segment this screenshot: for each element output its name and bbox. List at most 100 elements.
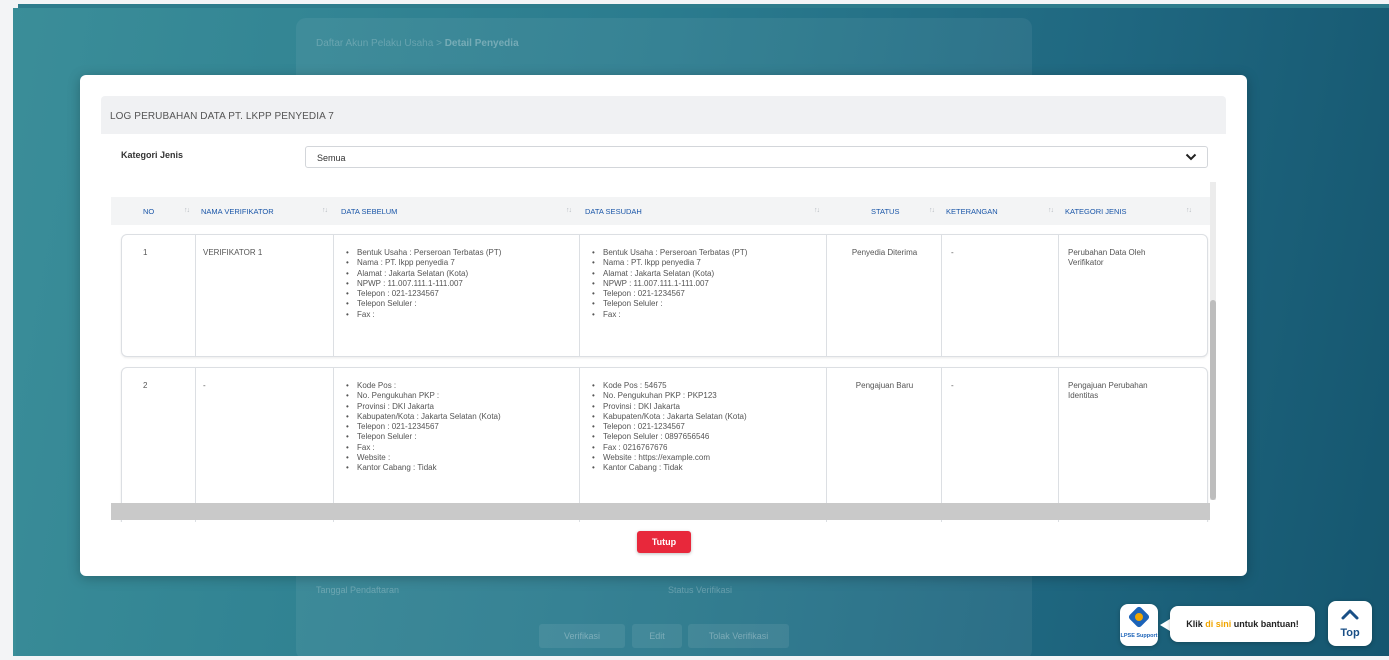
column-header-data-sebelum[interactable]: DATA SEBELUM [341, 207, 397, 216]
cell-kategori: Perubahan Data Oleh Verifikator [1059, 235, 1207, 356]
list-item: Fax : 0216767676 [590, 443, 747, 454]
cell-status: Pengajuan Baru [827, 368, 942, 522]
list-item: Telepon Seluler : [344, 299, 501, 310]
sort-icon[interactable]: ↑↓ [929, 207, 935, 214]
cell-keterangan: - [942, 235, 1059, 356]
list-item: Telepon Seluler : 0897656546 [590, 432, 747, 443]
column-header-keterangan[interactable]: KETERANGAN [946, 207, 998, 216]
column-header-kategori-jenis[interactable]: KATEGORI JENIS [1065, 207, 1127, 216]
help-prefix: Klik [1186, 619, 1206, 629]
modal-title: LOG PERUBAHAN DATA PT. LKPP PENYEDIA 7 [110, 111, 334, 122]
list-item: Alamat : Jakarta Selatan (Kota) [344, 269, 501, 280]
kategori-jenis-select[interactable]: Semua [305, 146, 1208, 168]
support-caption: LPSE Support [1120, 633, 1158, 639]
help-link[interactable]: di sini [1205, 619, 1231, 629]
sort-icon[interactable]: ↑↓ [566, 207, 572, 214]
cell-status: Penyedia Diterima [827, 235, 942, 356]
sort-icon[interactable]: ↑↓ [1048, 207, 1054, 214]
column-header-no[interactable]: NO [143, 207, 154, 216]
data-sesudah-list: Bentuk Usaha : Perseroan Terbatas (PT) N… [590, 248, 747, 320]
list-item: Telepon Seluler : [344, 432, 501, 443]
list-item: Bentuk Usaha : Perseroan Terbatas (PT) [344, 248, 501, 259]
verifikator-name: VERIFIKATOR 1 [203, 248, 263, 257]
list-item: No. Pengukuhan PKP : PKP123 [590, 391, 747, 402]
cell-kategori: Pengajuan Perubahan Identitas [1059, 368, 1207, 522]
row-number: 1 [143, 248, 148, 257]
data-sebelum-list: Bentuk Usaha : Perseroan Terbatas (PT) N… [344, 248, 501, 320]
tutup-button[interactable]: Tutup [637, 531, 691, 553]
list-item: Kode Pos : 54675 [590, 381, 747, 392]
help-suffix: untuk bantuan! [1231, 619, 1299, 629]
cell-no: 2 [122, 368, 196, 522]
background-meta-status: Status Verifikasi [668, 585, 733, 595]
keterangan-text: - [951, 248, 954, 257]
list-item: Telepon : 021-1234567 [590, 422, 747, 433]
cell-no: 1 [122, 235, 196, 356]
table-header: NO ↑↓ NAMA VERIFIKATOR ↑↓ DATA SEBELUM ↑… [111, 197, 1210, 225]
log-table: NO ↑↓ NAMA VERIFIKATOR ↑↓ DATA SEBELUM ↑… [111, 182, 1210, 522]
list-item: NPWP : 11.007.111.1-111.007 [590, 279, 747, 290]
keterangan-text: - [951, 381, 954, 390]
list-item: Telepon : 021-1234567 [590, 289, 747, 300]
kategori-text: Perubahan Data Oleh Verifikator [1068, 248, 1146, 267]
list-item: Telepon : 021-1234567 [344, 289, 501, 300]
kategori-jenis-value: Semua [317, 153, 346, 163]
breadcrumb-item-1: Daftar Akun Pelaku Usaha [316, 38, 434, 49]
background-meta-tanggal: Tanggal Pendaftaran [316, 585, 400, 595]
list-item: Kabupaten/Kota : Jakarta Selatan (Kota) [590, 412, 747, 423]
sort-icon[interactable]: ↑↓ [814, 207, 820, 214]
status-text: Pengajuan Baru [855, 381, 914, 390]
column-header-status[interactable]: STATUS [871, 207, 899, 216]
kategori-text: Pengajuan Perubahan Identitas [1068, 381, 1148, 400]
background-edit-button: Edit [632, 624, 682, 648]
list-item: Kantor Cabang : Tidak [344, 463, 501, 474]
sort-icon[interactable]: ↑↓ [184, 207, 190, 214]
background-verifikasi-button: Verifikasi [539, 624, 625, 648]
list-item: Alamat : Jakarta Selatan (Kota) [590, 269, 747, 280]
background-breadcrumb: Daftar Akun Pelaku Usaha > Detail Penyed… [316, 38, 519, 49]
vertical-scrollbar[interactable] [1210, 182, 1216, 500]
scroll-top-button[interactable]: Top [1328, 601, 1372, 646]
cell-keterangan: - [942, 368, 1059, 522]
horizontal-scrollbar[interactable] [111, 503, 1210, 520]
help-bubble-pointer [1160, 619, 1170, 631]
list-item: Fax : [590, 310, 747, 321]
help-bubble[interactable]: Klik di sini untuk bantuan! [1170, 606, 1315, 642]
list-item: Telepon : 021-1234567 [344, 422, 501, 433]
chevron-down-icon [1185, 153, 1197, 161]
cell-data-sebelum: Kode Pos : No. Pengukuhan PKP : Provinsi… [334, 368, 580, 522]
cell-data-sesudah: Kode Pos : 54675 No. Pengukuhan PKP : PK… [580, 368, 827, 522]
vertical-scrollbar-thumb[interactable] [1210, 300, 1216, 500]
table-row: 2 - Kode Pos : No. Pengukuhan PKP : Prov… [121, 367, 1208, 522]
cell-data-sesudah: Bentuk Usaha : Perseroan Terbatas (PT) N… [580, 235, 827, 356]
data-sebelum-list: Kode Pos : No. Pengukuhan PKP : Provinsi… [344, 381, 501, 474]
cell-data-sebelum: Bentuk Usaha : Perseroan Terbatas (PT) N… [334, 235, 580, 356]
sort-icon[interactable]: ↑↓ [1186, 207, 1192, 214]
modal-header: LOG PERUBAHAN DATA PT. LKPP PENYEDIA 7 [101, 96, 1226, 134]
list-item: Fax : [344, 443, 501, 454]
sort-icon[interactable]: ↑↓ [322, 207, 328, 214]
list-item: Telepon Seluler : [590, 299, 747, 310]
list-item: Nama : PT. lkpp penyedia 7 [344, 258, 501, 269]
breadcrumb-item-2: Detail Penyedia [444, 38, 519, 49]
browser-top-edge [0, 0, 1389, 8]
list-item: Website : https://example.com [590, 453, 747, 464]
row-number: 2 [143, 381, 148, 390]
list-item: Bentuk Usaha : Perseroan Terbatas (PT) [590, 248, 747, 259]
list-item: Provinsi : DKI Jakarta [590, 402, 747, 413]
column-header-data-sesudah[interactable]: DATA SESUDAH [585, 207, 642, 216]
list-item: Kantor Cabang : Tidak [590, 463, 747, 474]
chevron-up-icon [1341, 609, 1359, 620]
list-item: Fax : [344, 310, 501, 321]
list-item: No. Pengukuhan PKP : [344, 391, 501, 402]
status-text: Penyedia Diterima [851, 248, 918, 257]
table-row: 1 VERIFIKATOR 1 Bentuk Usaha : Perseroan… [121, 234, 1208, 357]
lpse-support-icon[interactable]: LPSE Support [1120, 604, 1158, 646]
list-item: Nama : PT. lkpp penyedia 7 [590, 258, 747, 269]
log-perubahan-modal: LOG PERUBAHAN DATA PT. LKPP PENYEDIA 7 K… [80, 75, 1247, 576]
list-item: NPWP : 11.007.111.1-111.007 [344, 279, 501, 290]
top-label: Top [1340, 627, 1360, 639]
list-item: Website : [344, 453, 501, 464]
column-header-nama-verifikator[interactable]: NAMA VERIFIKATOR [201, 207, 274, 216]
cell-verifikator: VERIFIKATOR 1 [196, 235, 334, 356]
